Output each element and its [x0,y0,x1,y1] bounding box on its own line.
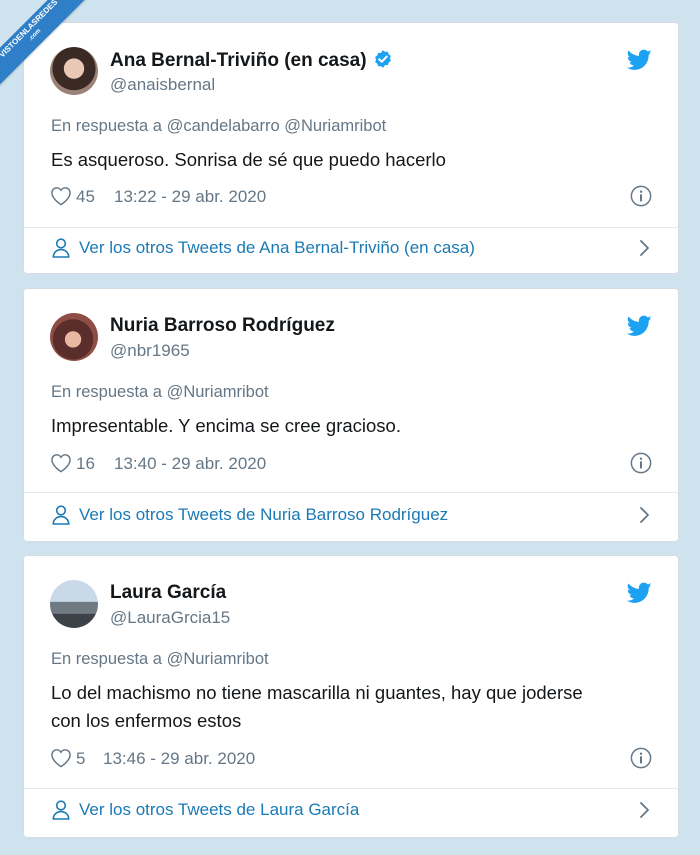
tweet-text: Es asqueroso. Sonrisa de sé que puedo ha… [51,149,446,170]
twitter-bird-icon[interactable] [627,49,652,71]
twitter-bird-icon[interactable] [627,315,652,337]
twitter-bird-icon[interactable] [627,582,652,604]
tweet-meta-row: 45 13:22 - 29 abr. 2020 [50,185,652,209]
chevron-right-icon [640,240,649,256]
reply-context[interactable]: En respuesta a @Nuriamribot [51,383,269,402]
like-count[interactable]: 5 [76,749,85,769]
view-more-tweets-label[interactable]: Ver los otros Tweets de Laura García [79,800,359,820]
chevron-right-icon [640,507,649,523]
author-handle[interactable]: @LauraGrcia15 [110,608,230,628]
tweet-card: Nuria Barroso Rodríguez @nbr1965 En resp… [23,288,679,542]
view-more-tweets-label[interactable]: Ver los otros Tweets de Nuria Barroso Ro… [79,505,448,525]
divider [24,227,678,228]
info-icon[interactable] [630,747,652,769]
info-icon[interactable] [630,452,652,474]
author-name[interactable]: Laura García [110,582,226,603]
author-handle[interactable]: @anaisbernal [110,75,215,95]
divider [24,788,678,789]
tweet-text: Lo del machismo no tiene mascarilla ni g… [51,682,583,731]
tweet-meta-row: 5 13:46 - 29 abr. 2020 [50,747,652,771]
chevron-right-icon [640,802,649,818]
author-handle[interactable]: @nbr1965 [110,341,190,361]
tweet-card: Laura García @LauraGrcia15 En respuesta … [23,555,679,838]
tweet-timestamp[interactable]: 13:46 - 29 abr. 2020 [103,749,255,769]
avatar[interactable] [50,580,98,628]
tweet-header: Nuria Barroso Rodríguez @nbr1965 [50,313,652,365]
like-count[interactable]: 45 [76,187,95,207]
verified-badge-icon [374,50,391,68]
tweet-timestamp[interactable]: 13:22 - 29 abr. 2020 [114,187,266,207]
reply-context[interactable]: En respuesta a @candelabarro @Nuriamribo… [51,117,386,136]
person-icon [52,238,70,258]
avatar[interactable] [50,47,98,95]
tweet-card: Ana Bernal-Triviño (en casa) @anaisberna… [23,22,679,274]
tweet-meta-row: 16 13:40 - 29 abr. 2020 [50,452,652,476]
reply-context[interactable]: En respuesta a @Nuriamribot [51,650,269,669]
author-name[interactable]: Ana Bernal-Triviño (en casa) [110,50,367,71]
view-more-tweets-label[interactable]: Ver los otros Tweets de Ana Bernal-Trivi… [79,238,475,258]
author-name[interactable]: Nuria Barroso Rodríguez [110,315,335,336]
tweet-header: Ana Bernal-Triviño (en casa) @anaisberna… [50,47,652,99]
divider [24,492,678,493]
author-name-row[interactable]: Nuria Barroso Rodríguez [110,315,335,337]
person-icon [52,800,70,820]
info-icon[interactable] [630,185,652,207]
author-name-row[interactable]: Laura García [110,582,226,604]
heart-icon[interactable] [50,453,72,473]
view-more-tweets-link[interactable]: Ver los otros Tweets de Nuria Barroso Ro… [50,503,652,529]
author-name-row[interactable]: Ana Bernal-Triviño (en casa) [110,49,393,72]
tweet-timestamp[interactable]: 13:40 - 29 abr. 2020 [114,454,266,474]
avatar[interactable] [50,313,98,361]
view-more-tweets-link[interactable]: Ver los otros Tweets de Laura García [50,798,652,824]
view-more-tweets-link[interactable]: Ver los otros Tweets de Ana Bernal-Trivi… [50,236,652,262]
heart-icon[interactable] [50,748,72,768]
tweet-text: Impresentable. Y encima se cree gracioso… [51,415,401,436]
heart-icon[interactable] [50,186,72,206]
like-count[interactable]: 16 [76,454,95,474]
person-icon [52,505,70,525]
tweet-header: Laura García @LauraGrcia15 [50,580,652,632]
